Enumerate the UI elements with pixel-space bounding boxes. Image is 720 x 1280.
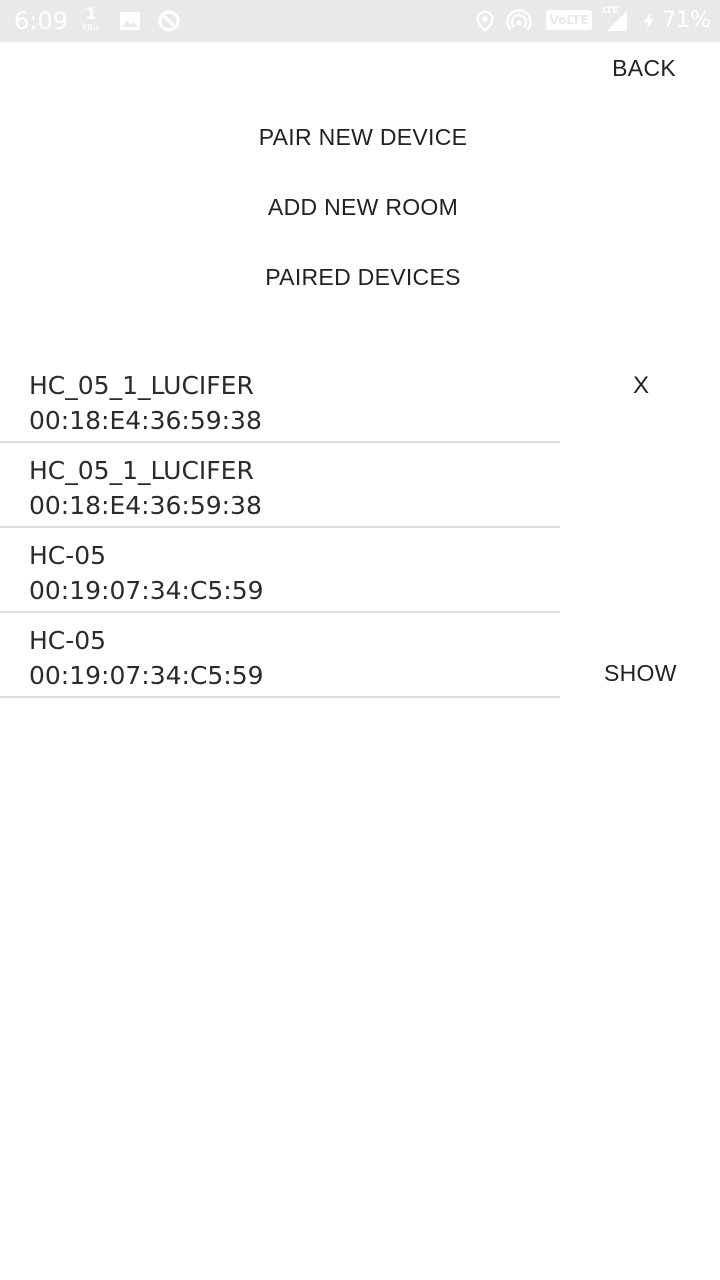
status-bar: 6:09 1 KB/s VoLTE LTE 71% (0, 0, 720, 42)
device-list-item[interactable]: HC_05_1_LUCIFER 00:18:E4:36:59:38 (0, 358, 560, 443)
device-address: 00:18:E4:36:59:38 (29, 491, 262, 520)
network-speed: 1 KB/s (76, 6, 106, 36)
device-name: HC-05 (29, 541, 107, 570)
pair-new-device-button[interactable]: PAIR NEW DEVICE (0, 124, 720, 151)
image-icon (120, 12, 140, 30)
location-icon (476, 10, 494, 32)
paired-device-list: HC_05_1_LUCIFER 00:18:E4:36:59:38 HC_05_… (0, 358, 560, 698)
signal-icon (607, 11, 627, 31)
device-name: HC_05_1_LUCIFER (29, 371, 254, 400)
device-address: 00:19:07:34:C5:59 (29, 576, 264, 605)
blocked-icon (158, 10, 180, 32)
back-button[interactable]: BACK (612, 55, 676, 82)
battery-percentage: 71% (662, 8, 711, 33)
add-new-room-button[interactable]: ADD NEW ROOM (0, 194, 720, 221)
device-address: 00:18:E4:36:59:38 (29, 406, 262, 435)
paired-devices-heading[interactable]: PAIRED DEVICES (0, 264, 720, 291)
show-button[interactable]: SHOW (604, 660, 677, 687)
device-address: 00:19:07:34:C5:59 (29, 661, 264, 690)
volte-badge: VoLTE (546, 10, 592, 30)
status-time: 6:09 (14, 7, 68, 35)
charging-icon (643, 12, 655, 30)
device-list-item[interactable]: HC-05 00:19:07:34:C5:59 (0, 528, 560, 613)
network-speed-value: 1 (85, 4, 97, 23)
device-list-item[interactable]: HC-05 00:19:07:34:C5:59 (0, 613, 560, 698)
hotspot-icon (506, 9, 532, 31)
close-button[interactable]: X (633, 372, 649, 400)
network-speed-unit: KB/s (82, 23, 100, 32)
device-name: HC_05_1_LUCIFER (29, 456, 254, 485)
device-list-item[interactable]: HC_05_1_LUCIFER 00:18:E4:36:59:38 (0, 443, 560, 528)
device-name: HC-05 (29, 626, 107, 655)
